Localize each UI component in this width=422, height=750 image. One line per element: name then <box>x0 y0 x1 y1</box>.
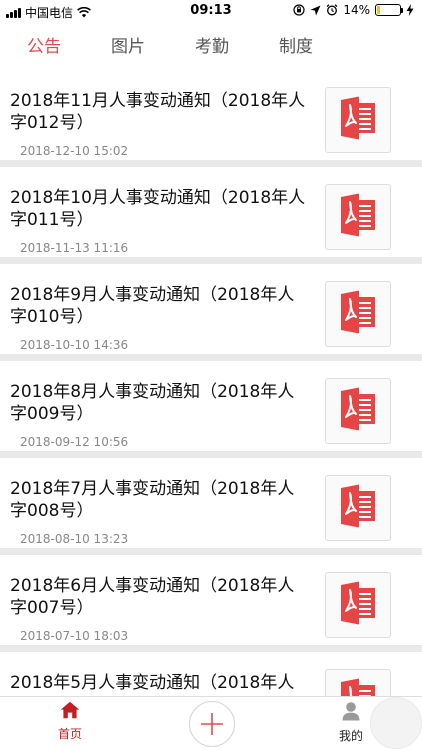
bottom-nav: 首页 我的 <box>0 696 422 750</box>
home-icon <box>60 701 80 719</box>
alarm-icon <box>326 4 338 16</box>
assistive-touch-button[interactable] <box>370 697 422 749</box>
list-item[interactable]: 2018年7月人事变动通知（2018年人字008号） 2018-08-10 13… <box>0 458 422 548</box>
pdf-icon <box>339 581 377 629</box>
list-item[interactable]: 2018年6月人事变动通知（2018年人字007号） 2018-07-10 18… <box>0 555 422 645</box>
notice-date: 2018-08-10 13:23 <box>20 532 129 546</box>
status-bar: 中国电信 09:13 14% <box>0 0 422 22</box>
list-item[interactable]: 2018年11月人事变动通知（2018年人字012号） 2018-12-10 1… <box>0 70 422 160</box>
plus-icon <box>201 713 223 735</box>
pdf-icon <box>339 193 377 241</box>
pdf-thumbnail[interactable] <box>325 669 391 696</box>
notice-title: 2018年10月人事变动通知（2018年人字011号） <box>10 188 306 230</box>
list-item[interactable]: 2018年8月人事变动通知（2018年人字009号） 2018-09-12 10… <box>0 361 422 451</box>
notice-title: 2018年5月人事变动通知（2018年人 <box>10 673 295 693</box>
pdf-icon <box>339 387 377 435</box>
tab-attendance[interactable]: 考勤 <box>170 28 254 70</box>
notice-date: 2018-11-13 11:16 <box>20 241 129 255</box>
pdf-thumbnail[interactable] <box>325 572 391 638</box>
add-button[interactable] <box>189 701 235 747</box>
nav-home[interactable]: 首页 <box>40 701 100 742</box>
notice-list[interactable]: 2018年11月人事变动通知（2018年人字012号） 2018-12-10 1… <box>0 70 422 696</box>
location-icon <box>310 5 321 15</box>
orientation-lock-icon <box>293 4 305 16</box>
pdf-icon <box>339 96 377 144</box>
battery-percent: 14% <box>343 3 370 17</box>
pdf-thumbnail[interactable] <box>325 184 391 250</box>
notice-title: 2018年8月人事变动通知（2018年人字009号） <box>10 382 295 424</box>
battery-icon <box>375 4 403 16</box>
pdf-thumbnail[interactable] <box>325 475 391 541</box>
pdf-icon <box>339 678 377 696</box>
charging-icon <box>406 4 414 16</box>
nav-home-label: 首页 <box>57 727 82 741</box>
notice-title: 2018年6月人事变动通知（2018年人字007号） <box>10 576 295 618</box>
category-tabs: 公告 图片 考勤 制度 <box>0 28 422 70</box>
pdf-icon <box>339 484 377 532</box>
pdf-thumbnail[interactable] <box>325 378 391 444</box>
person-icon <box>342 702 360 721</box>
notice-date: 2018-07-10 18:03 <box>20 629 129 643</box>
notice-date: 2018-10-10 14:36 <box>20 338 129 352</box>
notice-date: 2018-12-10 15:02 <box>20 144 129 158</box>
tab-images[interactable]: 图片 <box>86 28 170 70</box>
notice-title: 2018年7月人事变动通知（2018年人字008号） <box>10 479 295 521</box>
tab-announcements[interactable]: 公告 <box>2 28 86 70</box>
status-right: 14% <box>293 3 414 17</box>
pdf-icon <box>339 290 377 338</box>
notice-title: 2018年11月人事变动通知（2018年人字012号） <box>10 91 306 133</box>
list-item[interactable]: 2018年10月人事变动通知（2018年人字011号） 2018-11-13 1… <box>0 167 422 257</box>
pdf-thumbnail[interactable] <box>325 87 391 153</box>
list-item[interactable]: 2018年5月人事变动通知（2018年人 <box>0 652 422 696</box>
notice-title: 2018年9月人事变动通知（2018年人字010号） <box>10 285 295 327</box>
tab-policies[interactable]: 制度 <box>254 28 338 70</box>
list-item[interactable]: 2018年9月人事变动通知（2018年人字010号） 2018-10-10 14… <box>0 264 422 354</box>
pdf-thumbnail[interactable] <box>325 281 391 347</box>
notice-date: 2018-09-12 10:56 <box>20 435 129 449</box>
